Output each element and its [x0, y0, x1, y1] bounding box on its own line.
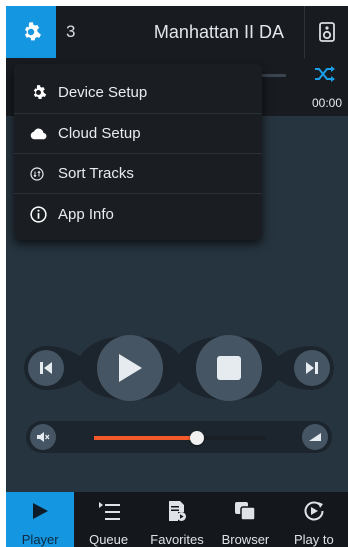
- gear-icon: [24, 22, 41, 41]
- menu-item-label: Sort Tracks: [58, 165, 134, 182]
- tab-label: Favorites: [150, 532, 204, 547]
- settings-button[interactable]: [6, 6, 56, 58]
- queue-icon: [98, 502, 120, 520]
- controls-backdrop: [24, 336, 334, 400]
- speaker-button[interactable]: [304, 6, 348, 58]
- tab-label: Play to: [293, 532, 334, 547]
- info-icon: [30, 205, 47, 223]
- browser-icon: [235, 502, 257, 521]
- shuffle-icon: [315, 66, 335, 82]
- stop-icon: [217, 356, 241, 380]
- volume-up-icon: [309, 433, 321, 441]
- volume-fill: [94, 436, 198, 440]
- gear-icon: [33, 85, 47, 99]
- sort-icon: [30, 166, 44, 181]
- play-button[interactable]: [97, 335, 163, 401]
- menu-item-cloud-setup[interactable]: Cloud Setup: [14, 114, 262, 154]
- header-bar: 3 Manhattan II DA: [6, 6, 348, 58]
- cloud-icon: [30, 128, 47, 139]
- skip-previous-icon: [40, 362, 52, 374]
- settings-menu: Device Setup Cloud Setup Sort Tracks App…: [14, 64, 262, 240]
- play-icon: [33, 503, 49, 519]
- menu-item-device-setup[interactable]: Device Setup: [14, 64, 262, 114]
- elapsed-time: 00:00: [311, 96, 342, 110]
- speaker-icon: [318, 22, 335, 42]
- favorites-icon: [169, 501, 187, 521]
- next-button[interactable]: [294, 350, 330, 386]
- transport-controls: [24, 328, 334, 408]
- bottom-nav: Player Queue Favorites Browser Play to: [6, 492, 348, 547]
- volume-slider[interactable]: [94, 431, 266, 445]
- tab-label: Browser: [221, 532, 270, 547]
- volume-up-button[interactable]: [302, 424, 328, 450]
- play-to-icon: [304, 501, 324, 521]
- menu-item-label: Device Setup: [58, 84, 148, 101]
- volume-control: [24, 418, 334, 456]
- tab-label: Queue: [89, 532, 129, 547]
- device-name[interactable]: Manhattan II DA: [96, 22, 304, 43]
- skip-next-icon: [306, 362, 318, 374]
- menu-item-app-info[interactable]: App Info: [14, 194, 262, 234]
- previous-button[interactable]: [28, 350, 64, 386]
- mute-button[interactable]: [30, 424, 56, 450]
- tab-label: Player: [21, 532, 59, 547]
- stop-button[interactable]: [196, 335, 262, 401]
- tab-favorites[interactable]: Favorites: [143, 492, 211, 547]
- menu-item-sort-tracks[interactable]: Sort Tracks: [14, 154, 262, 194]
- queue-count: 3: [66, 22, 76, 41]
- tab-player[interactable]: Player: [6, 492, 75, 547]
- tab-queue[interactable]: Queue: [74, 492, 142, 547]
- tab-play-to[interactable]: Play to: [280, 492, 348, 547]
- app-window: 3 Manhattan II DA 00:00 Device Setup Clo…: [6, 6, 348, 547]
- tab-browser[interactable]: Browser: [211, 492, 279, 547]
- mute-icon: [37, 432, 50, 442]
- play-icon: [119, 354, 142, 382]
- shuffle-button[interactable]: [314, 66, 336, 87]
- menu-item-label: Cloud Setup: [58, 125, 141, 142]
- menu-item-label: App Info: [58, 205, 114, 223]
